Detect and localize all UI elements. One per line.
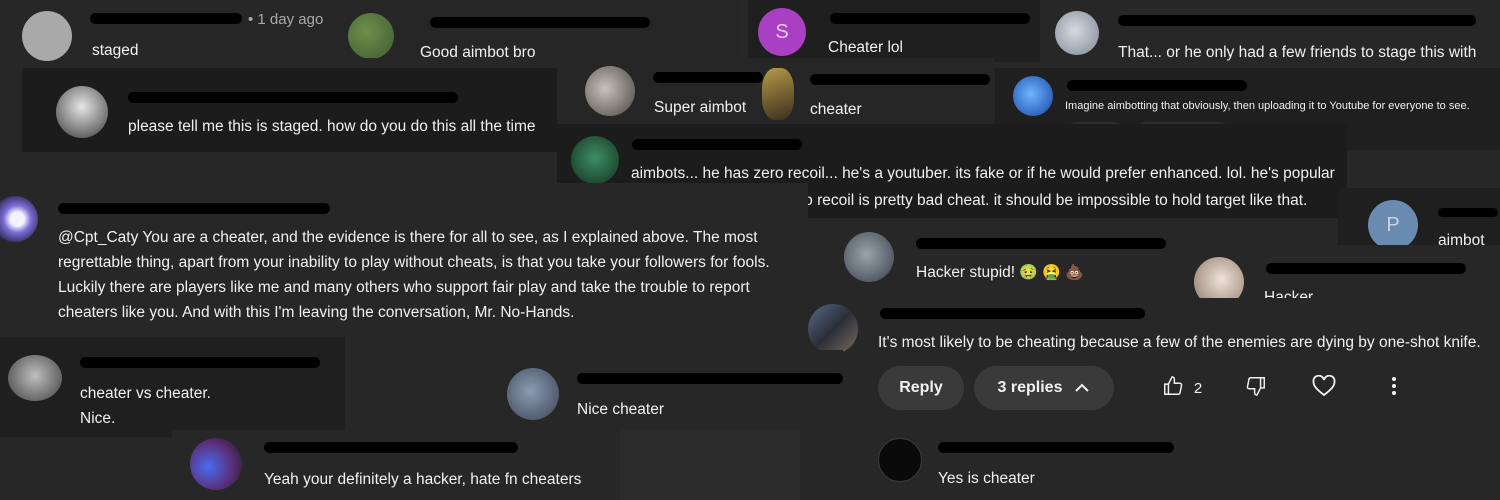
comment-text: Super aimbot [654,99,747,116]
avatar[interactable] [56,86,108,138]
avatar[interactable] [808,304,858,354]
comment-line: Luckily there are players like me and ma… [58,279,750,296]
comment-text: It's most likely to be cheating because … [878,334,1481,351]
redacted-username [577,373,843,384]
view-replies-button[interactable]: 3 replies [974,366,1114,410]
redacted-username [632,139,802,150]
redacted-username [1067,80,1247,91]
avatar[interactable] [878,438,922,482]
comment-line: cheater vs cheater. [80,385,211,402]
vomiting-emoji: 🤮 [1042,264,1062,281]
comment-text: Nice cheater [577,401,665,418]
comment-card-nice-cheater: Nice cheater [483,350,843,430]
comment-card-super-aimbot: Super aimbot cheater [557,58,995,128]
comment-text-body: Hacker stupid! [916,264,1016,281]
background-panel [620,430,800,500]
comment-text: Yes is cheater [938,470,1035,487]
comment-card-definitely-hacker: Yeah your definitely a hacker, hate fn c… [172,430,620,500]
redacted-username [653,72,763,83]
comment-text: Good aimbot bro [420,44,536,58]
redacted-username [830,13,1030,24]
heart-icon [1312,374,1336,402]
redacted-username [1438,208,1498,217]
chevron-up-icon [1074,379,1090,397]
avatar[interactable] [8,355,62,401]
comment-card-hacker: Hacker [1188,245,1500,305]
comment-text: staged [92,42,139,59]
avatar[interactable] [22,11,72,61]
avatar[interactable] [190,438,242,490]
comment-line: Nice. [80,410,116,427]
comment-card-cheater-vs-cheater: cheater vs cheater. Nice. [0,337,345,437]
avatar[interactable] [0,196,38,242]
redacted-username [880,308,1145,319]
comment-card-stage-friends: That... or he only had a few friends to … [1040,0,1500,72]
dislike-button[interactable] [1240,374,1272,402]
comment-card-good-aimbot: Good aimbot bro [345,0,740,58]
comment-text: Cheater lol [828,39,903,56]
avatar[interactable] [1013,76,1053,116]
comment-text: Hacker stupid! 🤢 🤮 💩 [916,260,1084,285]
heart-button[interactable] [1308,374,1340,402]
redacted-username [810,74,990,85]
redacted-username [430,17,650,28]
avatar[interactable] [507,368,559,420]
comment-timestamp: • 1 day ago [248,11,324,28]
comment-card-cpt-caty: @Cpt_Caty You are a cheater, and the evi… [0,183,808,335]
comment-card-please-staged: please tell me this is staged. how do yo… [22,68,559,152]
thumbs-up-icon [1162,375,1184,402]
avatar[interactable] [844,232,894,282]
reply-button[interactable]: Reply [878,366,964,410]
thumbs-down-icon [1245,375,1267,402]
avatar[interactable]: P [1368,200,1418,250]
comment-text: please tell me this is staged. how do yo… [128,118,536,135]
more-vertical-icon [1391,376,1397,401]
comment-card-hacker-stupid: Hacker stupid! 🤢 🤮 💩 [838,220,1188,300]
redacted-username [90,13,242,24]
replies-label: 3 replies [997,379,1063,396]
redacted-username [58,203,330,214]
redacted-username [916,238,1166,249]
avatar[interactable] [348,13,394,58]
avatar[interactable] [571,136,619,184]
like-count: 2 [1193,379,1203,397]
nauseated-emoji: 🤢 [1019,264,1039,281]
avatar[interactable] [585,66,635,116]
avatar[interactable]: S [758,8,806,56]
comment-text: cheater [810,101,862,118]
redacted-username [80,357,320,368]
more-options-button[interactable] [1378,374,1410,402]
redacted-username [938,442,1174,453]
comment-card-knife: It's most likely to be cheating because … [800,298,1500,428]
avatar[interactable] [1055,11,1099,55]
comment-card-staged: • 1 day ago staged [0,0,345,72]
comment-line: cheaters like you. And with this I'm lea… [58,304,575,321]
redacted-username [1118,15,1476,26]
comment-card-yes-cheater: Yes is cheater [860,430,1500,500]
comment-line: @Cpt_Caty You are a cheater, and the evi… [58,229,758,246]
comment-card-cheater-lol: S Cheater lol [748,0,1040,62]
poop-emoji: 💩 [1065,264,1085,281]
like-button[interactable]: 2 [1152,374,1212,402]
redacted-username [1266,263,1466,274]
comment-text: Imagine aimbotting that obviously, then … [1065,100,1470,112]
redacted-username [128,92,458,103]
comment-line: regrettable thing, apart from your inabi… [58,254,770,271]
avatar[interactable] [762,68,794,120]
comment-text: That... or he only had a few friends to … [1118,44,1477,61]
redacted-username [264,442,518,453]
comment-text: Yeah your definitely a hacker, hate fn c… [264,471,582,488]
